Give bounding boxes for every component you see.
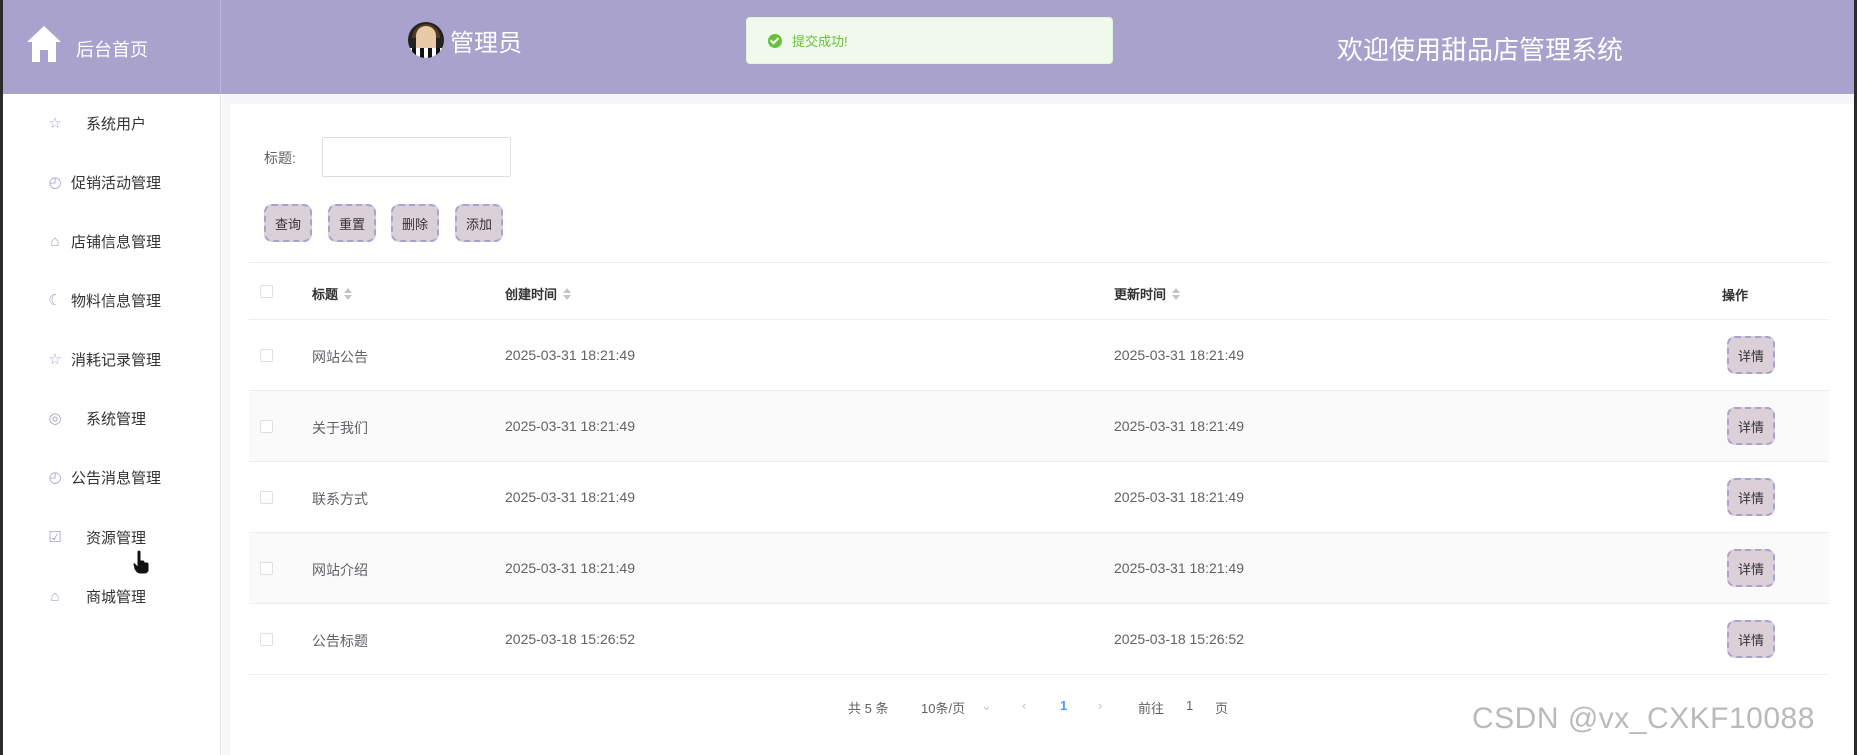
clock-icon: ◴ <box>48 173 62 191</box>
cell-title: 关于我们 <box>312 420 368 436</box>
column-header-label: 更新时间 <box>1114 287 1167 302</box>
chevron-down-icon[interactable]: ⌄ <box>981 698 992 714</box>
sidebar-item-resources[interactable]: ☑ 资源管理 <box>3 508 221 567</box>
success-toast: 提交成功! <box>746 17 1113 64</box>
sidebar-item-label: 资源管理 <box>86 530 147 547</box>
column-header-label: 创建时间 <box>505 287 558 302</box>
cell-created: 2025-03-31 18:21:49 <box>505 560 635 576</box>
sidebar-item-consumption[interactable]: ☆ 消耗记录管理 <box>3 330 221 389</box>
cell-title: 公告标题 <box>312 633 368 649</box>
row-checkbox[interactable] <box>260 349 273 362</box>
admin-name: 管理员 <box>450 29 522 57</box>
cell-created: 2025-03-31 18:21:49 <box>505 347 635 363</box>
detail-button[interactable]: 详情 <box>1727 620 1775 658</box>
detail-button[interactable]: 详情 <box>1727 478 1775 516</box>
sidebar-item-system[interactable]: ◎ 系统管理 <box>3 389 221 448</box>
current-page[interactable]: 1 <box>1060 698 1067 713</box>
column-header-label: 标题 <box>312 287 339 302</box>
sidebar-item-label: 物料信息管理 <box>71 293 162 310</box>
cell-title: 联系方式 <box>312 491 368 507</box>
cell-updated: 2025-03-31 18:21:49 <box>1114 347 1244 363</box>
cell-updated: 2025-03-18 15:26:52 <box>1114 631 1244 647</box>
toast-message: 提交成功! <box>792 34 848 49</box>
reset-button[interactable]: 重置 <box>328 204 376 242</box>
sidebar-item-system-users[interactable]: ☆ 系统用户 <box>3 94 221 153</box>
cell-updated: 2025-03-31 18:21:49 <box>1114 418 1244 434</box>
query-button[interactable]: 查询 <box>264 204 312 242</box>
prev-page-icon[interactable]: ‹ <box>1022 698 1026 713</box>
success-check-icon <box>768 33 782 48</box>
sidebar-item-shop-info[interactable]: ⌂ 店铺信息管理 <box>3 212 221 271</box>
mouse-cursor-icon <box>132 549 150 575</box>
delete-button[interactable]: 删除 <box>391 204 439 242</box>
sidebar-item-materials[interactable]: ☾ 物料信息管理 <box>3 271 221 330</box>
sort-icon[interactable] <box>344 287 353 300</box>
row-checkbox[interactable] <box>260 562 273 575</box>
sidebar-item-label: 系统用户 <box>86 116 147 133</box>
detail-button[interactable]: 详情 <box>1727 549 1775 587</box>
column-header-actions: 操作 <box>1722 288 1749 303</box>
page-size-select[interactable]: 10条/页 <box>921 698 965 717</box>
calendar-check-icon: ☑ <box>48 528 62 546</box>
column-header-updated[interactable]: 更新时间 <box>1114 284 1181 303</box>
sidebar-item-label: 店铺信息管理 <box>71 234 162 251</box>
sidebar-item-label: 消耗记录管理 <box>71 352 162 369</box>
home-icon <box>27 26 61 62</box>
table-row: 关于我们 2025-03-31 18:21:49 2025-03-31 18:2… <box>249 391 1829 462</box>
select-all-checkbox[interactable] <box>260 285 273 298</box>
column-header-created[interactable]: 创建时间 <box>505 284 572 303</box>
cell-title: 网站介绍 <box>312 562 368 578</box>
clock-icon: ◴ <box>48 468 62 486</box>
table-row: 网站介绍 2025-03-31 18:21:49 2025-03-31 18:2… <box>249 533 1829 604</box>
goto-page-input[interactable]: 1 <box>1186 698 1193 713</box>
pagination-total: 共 5 条 <box>848 701 889 716</box>
cell-created: 2025-03-18 15:26:52 <box>505 631 635 647</box>
table-row: 公告标题 2025-03-18 15:26:52 2025-03-18 15:2… <box>249 604 1829 675</box>
table-row: 网站公告 2025-03-31 18:21:49 2025-03-31 18:2… <box>249 320 1829 391</box>
home-link[interactable]: 后台首页 <box>3 0 221 94</box>
row-checkbox[interactable] <box>260 491 273 504</box>
sidebar-item-announcements[interactable]: ◴ 公告消息管理 <box>3 448 221 507</box>
star-icon: ☆ <box>48 114 62 132</box>
cell-updated: 2025-03-31 18:21:49 <box>1114 489 1244 505</box>
watermark: CSDN @vx_CXKF10088 <box>1472 702 1815 735</box>
cell-created: 2025-03-31 18:21:49 <box>505 489 635 505</box>
admin-profile[interactable]: 管理员 <box>408 22 522 58</box>
next-page-icon[interactable]: › <box>1098 698 1102 713</box>
compass-icon: ◎ <box>48 409 62 427</box>
star-icon: ☆ <box>48 350 62 368</box>
add-button[interactable]: 添加 <box>455 204 503 242</box>
sidebar: ☆ 系统用户 ◴ 促销活动管理 ⌂ 店铺信息管理 ☾ 物料信息管理 ☆ 消耗记录… <box>3 94 221 755</box>
column-header-title[interactable]: 标题 <box>312 284 353 303</box>
row-checkbox[interactable] <box>260 420 273 433</box>
sidebar-item-label: 系统管理 <box>86 411 147 428</box>
cell-updated: 2025-03-31 18:21:49 <box>1114 560 1244 576</box>
cell-title: 网站公告 <box>312 349 368 365</box>
sort-icon[interactable] <box>563 287 572 300</box>
home-label: 后台首页 <box>76 40 148 60</box>
cell-created: 2025-03-31 18:21:49 <box>505 418 635 434</box>
goto-prefix: 前往 <box>1138 701 1165 716</box>
sidebar-item-label: 促销活动管理 <box>71 175 162 192</box>
shop-icon: ⌂ <box>50 587 60 605</box>
detail-button[interactable]: 详情 <box>1727 407 1775 445</box>
welcome-title: 欢迎使用甜品店管理系统 <box>1337 35 1624 65</box>
sidebar-item-label: 公告消息管理 <box>71 470 162 487</box>
moon-icon: ☾ <box>48 291 62 309</box>
table-row: 联系方式 2025-03-31 18:21:49 2025-03-31 18:2… <box>249 462 1829 533</box>
detail-button[interactable]: 详情 <box>1727 336 1775 374</box>
row-checkbox[interactable] <box>260 633 273 646</box>
sidebar-item-label: 商城管理 <box>86 589 147 606</box>
avatar <box>408 22 444 58</box>
goto-suffix: 页 <box>1215 701 1229 716</box>
table-header: 标题 创建时间 更新时间 操作 <box>249 262 1829 320</box>
sidebar-item-mall[interactable]: ⌂ 商城管理 <box>3 567 221 626</box>
sort-icon[interactable] <box>1172 287 1181 300</box>
shop-icon: ⌂ <box>50 232 60 250</box>
sidebar-item-promotions[interactable]: ◴ 促销活动管理 <box>3 153 221 212</box>
title-search-input[interactable] <box>322 137 511 177</box>
search-label: 标题: <box>264 150 296 166</box>
